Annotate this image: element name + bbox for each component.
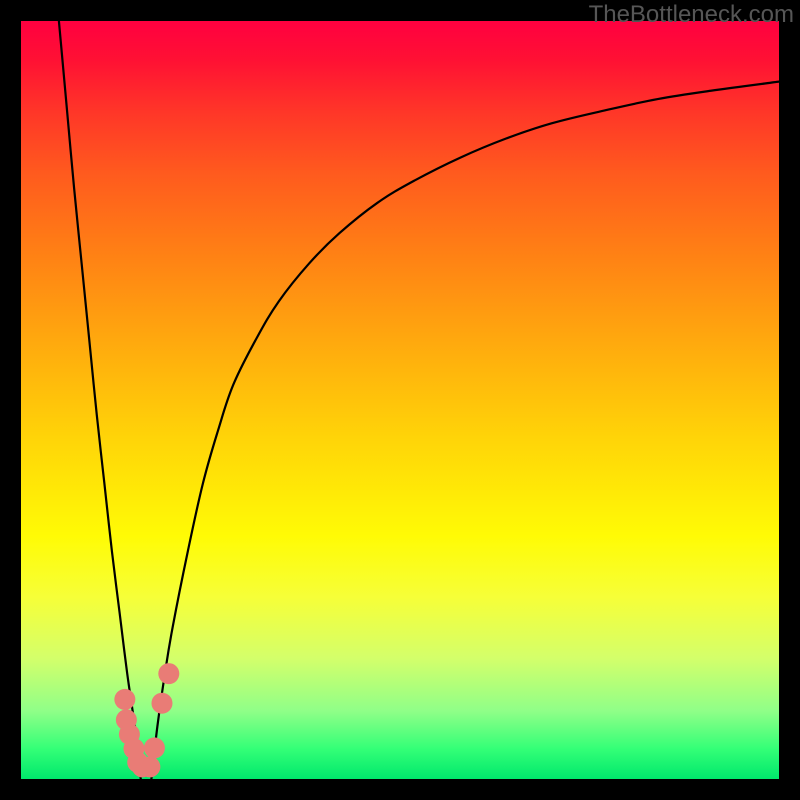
chart-stage: TheBottleneck.com xyxy=(0,0,800,800)
data-marker xyxy=(144,737,165,758)
data-marker xyxy=(114,689,135,710)
data-marker xyxy=(139,756,160,777)
data-marker xyxy=(151,693,172,714)
chart-plot-area xyxy=(21,21,779,779)
curve-left-branch xyxy=(59,21,141,779)
curve-right-branch xyxy=(151,82,779,779)
chart-svg xyxy=(21,21,779,779)
marker-layer xyxy=(114,663,179,777)
data-marker xyxy=(158,663,179,684)
watermark-text: TheBottleneck.com xyxy=(589,1,794,29)
